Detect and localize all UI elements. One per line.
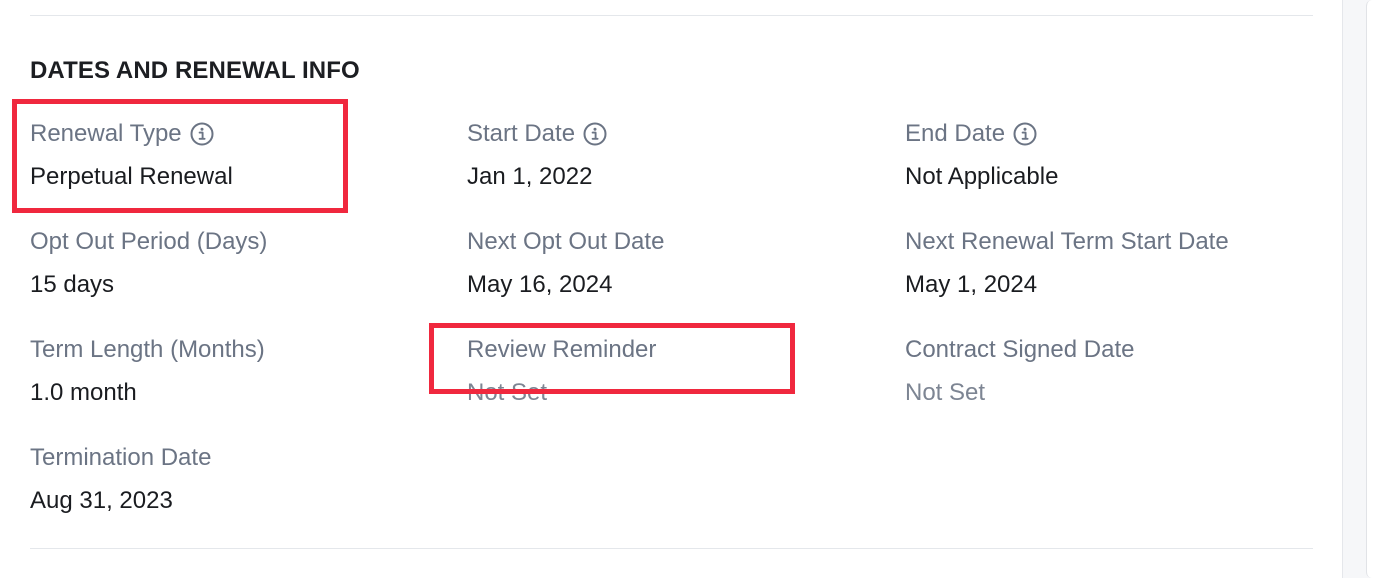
review-reminder-label: Review Reminder — [467, 336, 657, 363]
field-next-renewal-term-start: Next Renewal Term Start Date May 1, 2024 — [905, 227, 1325, 301]
field-contract-signed-date[interactable]: Contract Signed Date Not Set — [905, 335, 1325, 409]
dates-renewal-panel: DATES AND RENEWAL INFO Renewal Type Perp… — [0, 0, 1376, 578]
termination-date-label: Termination Date — [30, 444, 212, 471]
next-opt-out-date-label: Next Opt Out Date — [467, 228, 665, 255]
field-start-date: Start Date Jan 1, 2022 — [467, 119, 887, 193]
field-end-date: End Date Not Applicable — [905, 119, 1325, 193]
term-length-value: 1.0 month — [30, 379, 137, 406]
next-opt-out-date-value: May 16, 2024 — [467, 271, 613, 298]
opt-out-period-label: Opt Out Period (Days) — [30, 228, 268, 255]
info-icon[interactable] — [190, 122, 214, 146]
review-reminder-value[interactable]: Not Set — [467, 379, 887, 409]
contract-signed-date-label: Contract Signed Date — [905, 336, 1135, 363]
contract-signed-date-value[interactable]: Not Set — [905, 379, 1325, 409]
info-icon[interactable] — [583, 122, 607, 146]
bottom-divider — [30, 548, 1313, 549]
top-divider — [30, 15, 1313, 16]
start-date-value: Jan 1, 2022 — [467, 163, 593, 190]
scrollbar-edge[interactable] — [1366, 0, 1376, 578]
info-icon[interactable] — [1013, 122, 1037, 146]
renewal-type-label: Renewal Type — [30, 120, 182, 147]
field-renewal-type: Renewal Type Perpetual Renewal — [30, 119, 450, 193]
section-title: DATES AND RENEWAL INFO — [30, 57, 360, 84]
next-renewal-term-start-value: May 1, 2024 — [905, 271, 1038, 298]
field-term-length: Term Length (Months) 1.0 month — [30, 335, 450, 409]
field-review-reminder[interactable]: Review Reminder Not Set — [467, 335, 887, 409]
field-termination-date: Termination Date Aug 31, 2023 — [30, 443, 450, 517]
field-opt-out-period: Opt Out Period (Days) 15 days — [30, 227, 450, 301]
start-date-label: Start Date — [467, 120, 576, 147]
end-date-label: End Date — [905, 120, 1006, 147]
opt-out-period-value: 15 days — [30, 271, 115, 298]
renewal-type-value: Perpetual Renewal — [30, 163, 233, 190]
field-next-opt-out-date: Next Opt Out Date May 16, 2024 — [467, 227, 887, 301]
term-length-label: Term Length (Months) — [30, 336, 265, 363]
next-renewal-term-start-label: Next Renewal Term Start Date — [905, 228, 1229, 255]
termination-date-value: Aug 31, 2023 — [30, 487, 173, 514]
end-date-value: Not Applicable — [905, 163, 1059, 190]
